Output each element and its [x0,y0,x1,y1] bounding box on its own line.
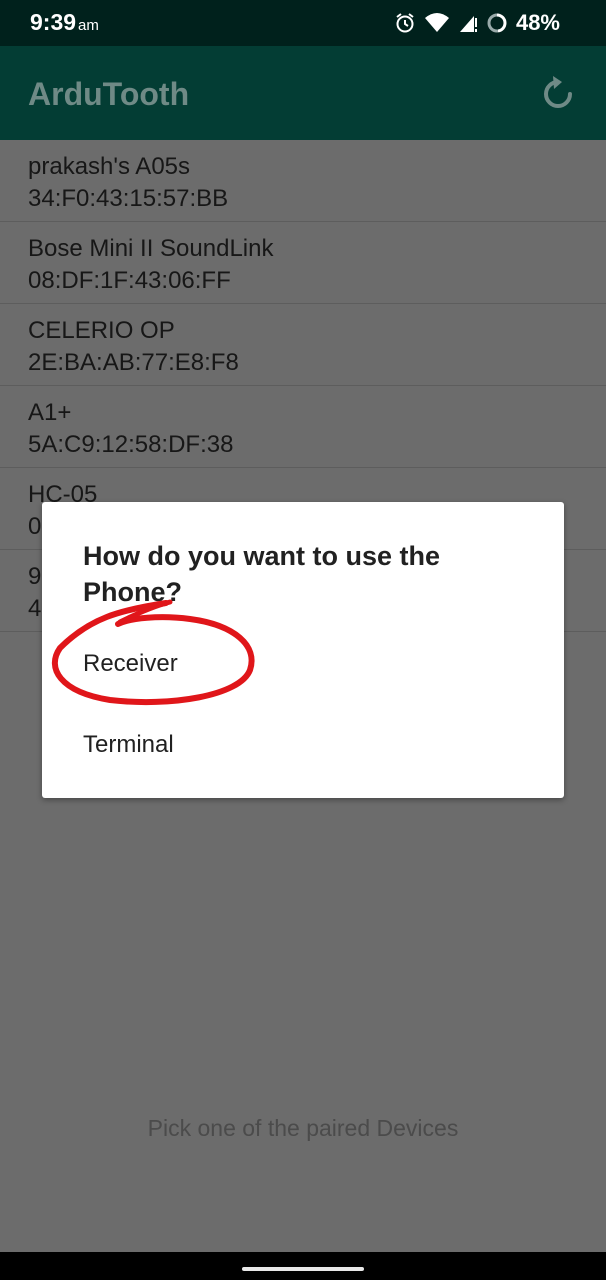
device-name: CELERIO OP [28,317,175,344]
wifi-icon [424,13,449,32]
device-address: 34:F0:43:15:57:BB [28,185,229,212]
mode-dialog: How do you want to use the Phone? Receiv… [42,502,564,798]
status-time-ampm: am [78,17,99,34]
battery-percent: 48% [515,10,560,35]
battery-icon [487,13,507,33]
alarm-icon [396,13,414,33]
app-title: ArduTooth [28,76,190,112]
device-address: 08:DF:1F:43:06:FF [28,267,231,294]
device-row[interactable]: Bose Mini II SoundLink 08:DF:1F:43:06:FF [0,222,606,304]
device-row[interactable]: CELERIO OP 2E:BA:AB:77:E8:F8 [0,304,606,386]
status-bar: 9:39 am 48% [0,0,606,46]
device-name: A1+ [28,399,72,426]
signal-icon [459,16,477,32]
device-name: Bose Mini II SoundLink [28,235,274,262]
device-row[interactable]: A1+ 5A:C9:12:58:DF:38 [0,386,606,468]
option-terminal[interactable]: Terminal [83,731,174,759]
dialog-title: How do you want to use the Phone? [83,541,440,607]
home-gesture-handle[interactable] [242,1267,364,1271]
option-receiver[interactable]: Receiver [83,650,178,678]
device-address: 2E:BA:AB:77:E8:F8 [28,349,239,376]
status-time: 9:39 am [30,9,99,36]
hint-text: Pick one of the paired Devices [147,1115,459,1141]
status-icons: 48% [394,10,560,36]
refresh-icon[interactable] [538,72,580,114]
navigation-bar [0,1252,606,1280]
status-time-value: 9:39 [30,9,77,35]
device-name: prakash's A05s [28,153,191,180]
device-row[interactable]: prakash's A05s 34:F0:43:15:57:BB [0,140,606,222]
app-bar: ArduTooth [0,46,606,140]
device-address: 5A:C9:12:58:DF:38 [28,431,234,458]
